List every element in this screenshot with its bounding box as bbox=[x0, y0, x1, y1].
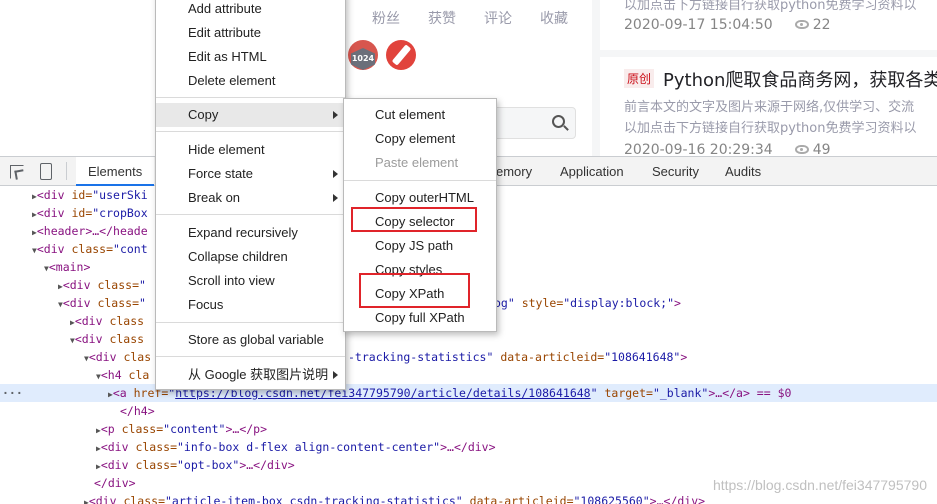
menu-item-edit-attribute[interactable]: Edit attribute bbox=[156, 21, 345, 45]
post1-date: 2020-09-17 15:04:50 bbox=[624, 17, 773, 33]
watermark: https://blog.csdn.net/fei347795790 bbox=[712, 477, 927, 493]
menu-item-hide-element[interactable]: Hide element bbox=[156, 138, 345, 162]
pen-badge-icon[interactable] bbox=[386, 40, 416, 70]
dom-node[interactable]: </h4> bbox=[0, 402, 937, 420]
menu-item-copy-styles[interactable]: Copy styles bbox=[344, 258, 496, 282]
dom-node[interactable]: ▼<h4 cla bbox=[0, 366, 937, 384]
post2-date: 2020-09-16 20:29:34 bbox=[624, 142, 773, 156]
menu-item-force-state[interactable]: Force state bbox=[156, 162, 345, 186]
menu-item-add-attribute[interactable]: Add attribute bbox=[156, 0, 345, 21]
tab-security[interactable]: Security bbox=[652, 164, 699, 179]
dom-node-selected[interactable]: ··· ▶<a href="https://blog.csdn.net/fei34… bbox=[0, 384, 937, 402]
menu-item-copy-element[interactable]: Copy element bbox=[344, 127, 496, 151]
menu-item-paste-element: Paste element bbox=[375, 155, 459, 170]
eye-icon bbox=[794, 144, 809, 154]
tab-memory[interactable]: emory bbox=[496, 164, 532, 179]
dom-node-tail: -tracking-statistics" data-articleid="10… bbox=[348, 350, 688, 364]
device-toolbar-icon[interactable] bbox=[40, 163, 52, 180]
eye-icon bbox=[794, 19, 809, 29]
post2-meta: 2020-09-16 20:29:34 49 bbox=[624, 142, 831, 156]
menu-item-copy[interactable]: Copy bbox=[156, 103, 345, 127]
menu-item-copy-full-xpath[interactable]: Copy full XPath bbox=[344, 306, 496, 330]
article-list: 以加点击下方链接自行获取python免费学习资料以 2020-09-17 15:… bbox=[600, 0, 937, 156]
divider bbox=[600, 50, 937, 57]
dom-node-tail: og" style="display:block;"> bbox=[494, 296, 681, 310]
dom-node[interactable]: ▶<div class="article-item-box csdn-track… bbox=[0, 492, 937, 504]
tab-audits[interactable]: Audits bbox=[725, 164, 761, 179]
badge-1024-icon[interactable]: 1024 bbox=[348, 40, 378, 70]
menu-item-scroll-into-view[interactable]: Scroll into view bbox=[156, 269, 345, 293]
copy-submenu: Cut element Copy element Paste element C… bbox=[343, 98, 497, 332]
submenu-arrow-icon bbox=[333, 170, 338, 178]
stat-likes[interactable]: 获赞 bbox=[428, 8, 456, 28]
original-badge: 原创 bbox=[624, 69, 655, 88]
menu-item-copy-selector[interactable]: Copy selector bbox=[344, 210, 496, 234]
menu-item-copy-xpath[interactable]: Copy XPath bbox=[344, 282, 496, 306]
menu-item-store-as-global-variable[interactable]: Store as global variable bbox=[156, 328, 345, 352]
dom-node[interactable]: ▶<div class="opt-box">…</div> bbox=[0, 456, 937, 474]
menu-item-collapse-children[interactable]: Collapse children bbox=[156, 245, 345, 269]
inspect-element-icon[interactable] bbox=[10, 165, 24, 179]
post1-meta: 2020-09-17 15:04:50 22 bbox=[624, 17, 831, 33]
submenu-arrow-icon bbox=[333, 371, 338, 379]
menu-item-copy-js-path[interactable]: Copy JS path bbox=[344, 234, 496, 258]
tab-elements[interactable]: Elements bbox=[76, 157, 155, 186]
menu-item-copy-outerhtml[interactable]: Copy outerHTML bbox=[344, 186, 496, 210]
post2-excerpt-line1: 前言本文的文字及图片来源于网络,仅供学习、交流 bbox=[624, 100, 915, 115]
menu-item-google-image-description[interactable]: 从 Google 获取图片说明 bbox=[156, 363, 345, 387]
post1-excerpt: 以加点击下方链接自行获取python免费学习资料以 bbox=[624, 0, 917, 13]
dom-node[interactable]: ▶<div class="info-box d-flex align-conte… bbox=[0, 438, 937, 456]
menu-item-edit-as-html[interactable]: Edit as HTML bbox=[156, 45, 345, 69]
stat-comments[interactable]: 评论 bbox=[484, 8, 512, 28]
more-options-icon[interactable]: ··· bbox=[2, 384, 23, 402]
menu-item-delete-element[interactable]: Delete element bbox=[156, 69, 345, 93]
post1-views: 22 bbox=[812, 17, 831, 33]
article-title-link[interactable]: Python爬取食品商务网，获取各类 bbox=[663, 66, 937, 92]
dom-node[interactable]: ▶<p class="content">…</p> bbox=[0, 420, 937, 438]
stat-fans[interactable]: 粉丝 bbox=[372, 8, 400, 28]
menu-item-expand-recursively[interactable]: Expand recursively bbox=[156, 221, 345, 245]
post2-excerpt-line2: 以加点击下方链接自行获取python免费学习资料以 bbox=[624, 121, 917, 136]
search-button[interactable] bbox=[543, 107, 576, 139]
tab-application[interactable]: Application bbox=[560, 164, 624, 179]
post2-views: 49 bbox=[812, 142, 831, 156]
dom-node[interactable]: ▼<div class bbox=[0, 330, 937, 348]
menu-item-focus[interactable]: Focus bbox=[156, 293, 345, 317]
submenu-arrow-icon bbox=[333, 194, 338, 202]
menu-item-cut-element[interactable]: Cut element bbox=[344, 103, 496, 127]
badge-1024-label: 1024 bbox=[351, 54, 375, 63]
submenu-arrow-icon bbox=[333, 111, 338, 119]
stat-favorites[interactable]: 收藏 bbox=[540, 8, 568, 28]
context-menu: Add attribute Edit attribute Edit as HTM… bbox=[155, 0, 346, 390]
menu-item-break-on[interactable]: Break on bbox=[156, 186, 345, 210]
